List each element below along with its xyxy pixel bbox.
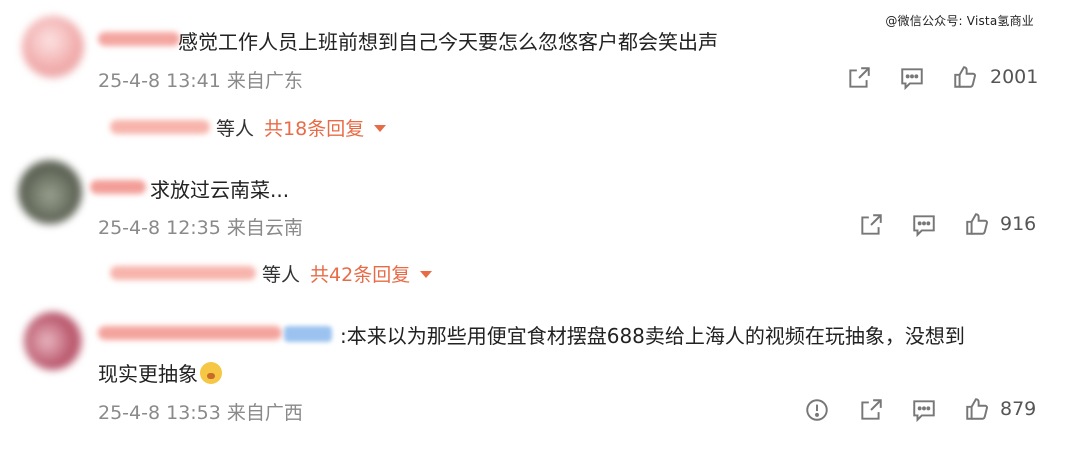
chevron-down-icon[interactable] <box>374 125 387 132</box>
avatar[interactable] <box>18 160 82 224</box>
thumbs-up-icon[interactable] <box>952 64 978 90</box>
reply-total-link[interactable]: 共42条回复 <box>310 264 410 286</box>
thumbs-up-icon[interactable] <box>964 211 990 237</box>
like-count: 879 <box>1000 398 1037 420</box>
share-icon[interactable] <box>858 397 884 423</box>
reply-total-link[interactable]: 共18条回复 <box>264 118 364 140</box>
comment-text-line2: 现实更抽象 <box>98 358 222 387</box>
share-icon[interactable] <box>846 65 872 91</box>
watermark: @微信公众号: Vista氢商业 <box>885 14 1034 28</box>
comment-meta: 25-4-8 12:35 来自云南 <box>98 217 303 239</box>
like-count: 2001 <box>990 66 1039 88</box>
reply-summary[interactable]: 等人 共18条回复 <box>216 114 387 141</box>
comment-meta: 25-4-8 13:53 来自广西 <box>98 402 303 424</box>
reply-who: 等人 <box>262 264 301 286</box>
avatar[interactable] <box>22 16 84 78</box>
comment-icon[interactable] <box>911 397 937 423</box>
avatar[interactable] <box>24 312 82 370</box>
share-icon[interactable] <box>858 212 884 238</box>
comment-text: 感觉工作人员上班前想到自己今天要怎么忽悠客户都会笑出声 <box>178 30 718 54</box>
chevron-down-icon[interactable] <box>420 271 433 278</box>
replier-name-blurred[interactable] <box>110 266 256 280</box>
username-blurred[interactable] <box>98 326 282 340</box>
report-icon[interactable] <box>804 397 830 423</box>
comment-text-line2-content: 现实更抽象 <box>98 362 198 386</box>
replier-name-blurred[interactable] <box>110 120 210 134</box>
comment-icon[interactable] <box>899 65 925 91</box>
comment-icon[interactable] <box>911 212 937 238</box>
comment-text-line1: :本来以为那些用便宜食材摆盘688卖给上海人的视频在玩抽象，没想到 <box>340 324 965 348</box>
shocked-emoji-icon <box>200 362 222 384</box>
comment-text: 求放过云南菜... <box>150 178 290 202</box>
like-count: 916 <box>1000 213 1037 235</box>
reply-summary[interactable]: 等人 共42条回复 <box>262 260 433 287</box>
username-blurred[interactable] <box>90 180 146 194</box>
vip-badge <box>284 326 332 342</box>
reply-who: 等人 <box>216 118 255 140</box>
thumbs-up-icon[interactable] <box>964 396 990 422</box>
comment-meta: 25-4-8 13:41 来自广东 <box>98 70 303 92</box>
username-blurred[interactable] <box>98 32 180 46</box>
